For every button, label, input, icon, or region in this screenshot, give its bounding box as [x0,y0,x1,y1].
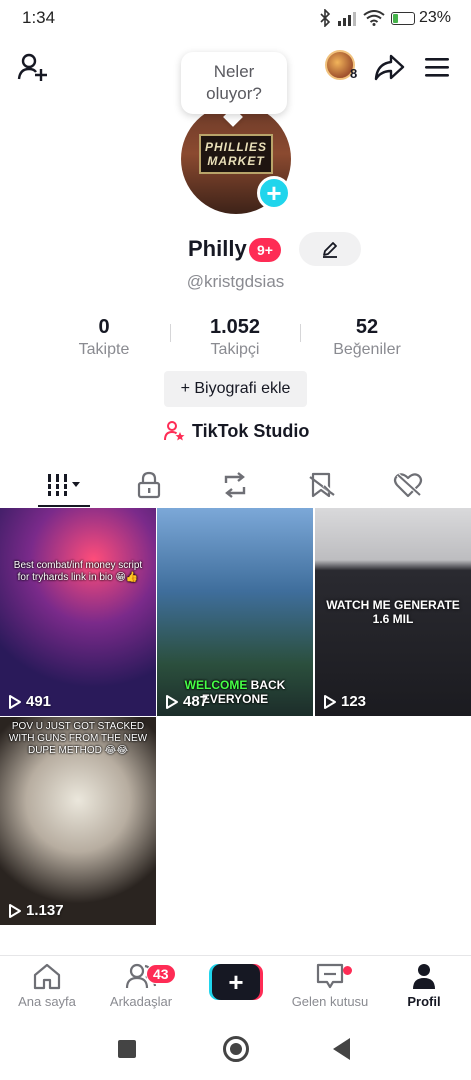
status-bubble[interactable]: Neler oluyor? [181,52,287,114]
stat-following-label: Takipte [78,341,130,358]
bookmark-icon [309,472,335,498]
status-time: 1:34 [22,8,56,27]
view-count: 487 [165,693,208,710]
caption-green: WELCOME [184,678,248,692]
profile-handle-text: @kristgdsias [186,272,285,291]
bottom-navigation: Ana sayfa Arkadaşlar 43 + Gelen kutusu P… [0,955,471,1021]
battery-indicator: 23% [390,9,451,27]
home-icon [33,963,61,990]
create-plus-icon: + [212,964,260,1000]
share-button[interactable] [372,50,406,84]
video-caption: Best combat/inf money script for tryhard… [13,560,143,583]
active-tab-indicator [38,505,90,507]
stat-likes[interactable]: 52 Beğeniler [302,316,432,359]
nav-home-label: Ana sayfa [18,994,76,1009]
video-thumbnail[interactable]: POV U JUST GOT STACKED WITH GUNS FROM TH… [0,717,156,925]
profile-handle: @kristgdsias [0,272,471,292]
play-icon [324,694,336,709]
repost-icon [224,472,246,498]
tab-liked[interactable] [364,462,452,508]
name-row: Philly 9+ [0,232,471,266]
edit-profile-button[interactable] [299,232,361,266]
avatar-add-button[interactable]: + [257,176,291,210]
profile-name: Philly [188,236,247,261]
video-thumbnail[interactable]: Best combat/inf money script for tryhard… [0,508,156,716]
back-button[interactable] [333,1038,350,1060]
liked-heart-icon [393,473,423,498]
view-count: 491 [8,693,51,710]
view-count-value: 1.137 [26,902,64,919]
create-button[interactable]: + [209,964,263,1000]
add-bio-button[interactable]: + Biyografi ekle [164,371,307,407]
content-tabs [0,462,471,508]
video-caption: POV U JUST GOT STACKED WITH GUNS FROM TH… [8,721,148,756]
wifi-icon [363,10,385,26]
stat-following-value: 0 [98,316,110,338]
lock-icon [137,471,161,499]
video-thumbnail[interactable]: WATCH ME GENERATE 1.6 MIL 123 [315,508,471,716]
play-icon [9,694,21,709]
grid-icon [48,474,80,496]
recent-apps-button[interactable] [118,1040,136,1058]
profile-icon [413,964,435,989]
avatar-sign-line2: MARKET [207,154,265,168]
play-icon [166,694,178,709]
profile-stats: 0 Takipte 1.052 Takipçi 52 Beğeniler [0,316,471,362]
avatar-sign: PHILLIES MARKET [199,134,273,174]
stat-followers-label: Takipçi [210,341,260,358]
inbox-icon [316,963,344,989]
view-count: 123 [323,693,366,710]
name-badge[interactable]: 9+ [249,238,281,262]
status-icons: 23% [319,9,451,27]
video-caption: WATCH ME GENERATE 1.6 MIL [326,598,460,626]
add-friend-button[interactable] [16,50,50,84]
play-icon [9,903,21,918]
avatar-sign-line1: PHILLIES [204,140,267,154]
tab-videos[interactable] [20,462,108,508]
bluetooth-icon [320,9,331,27]
view-count-value: 123 [341,693,367,710]
pencil-icon [323,242,337,258]
studio-icon [164,421,185,441]
inbox-notification-dot [343,966,352,975]
story-count: 8 [350,66,358,81]
tab-reposts[interactable] [191,462,279,508]
tab-favorites[interactable] [278,462,366,508]
friends-badge: 43 [146,964,176,984]
stat-divider [300,324,301,342]
add-user-icon [17,53,47,81]
nav-friends-label: Arkadaşlar [109,994,173,1009]
stat-following[interactable]: 0 Takipte [39,316,169,359]
caption-line2: EVERYONE [201,692,269,706]
studio-label: TikTok Studio [192,420,310,441]
stat-followers-value: 1.052 [209,316,261,338]
share-icon [374,54,405,81]
nav-profile[interactable]: Profil [377,962,471,1009]
video-thumbnail[interactable]: WELCOME BACK EVERYONE 487 [157,508,313,716]
home-button[interactable] [223,1036,249,1062]
nav-home[interactable]: Ana sayfa [0,962,94,1009]
status-bar: 1:34 23% [0,0,471,36]
view-count-value: 491 [26,693,52,710]
stat-likes-label: Beğeniler [333,341,401,358]
hamburger-icon [425,58,449,77]
plus-icon: + [266,178,282,208]
signal-icon [337,12,356,26]
stat-likes-value: 52 [355,316,379,338]
nav-friends[interactable]: Arkadaşlar 43 [94,962,188,1009]
tiktok-studio-link[interactable]: TikTok Studio [164,419,309,443]
tab-private[interactable] [105,462,193,508]
view-count-value: 487 [183,693,209,710]
nav-inbox[interactable]: Gelen kutusu [283,962,377,1009]
nav-inbox-label: Gelen kutusu [291,994,369,1009]
system-navigation [0,1022,471,1080]
bubble-text: Neler oluyor? [206,62,262,103]
battery-percent: 23% [418,9,451,26]
nav-profile-label: Profil [407,994,441,1009]
view-count: 1.137 [8,902,64,919]
caption-white: BACK [250,678,286,692]
stat-followers[interactable]: 1.052 Takipçi [170,316,300,359]
menu-button[interactable] [420,50,454,84]
battery-icon [390,11,415,25]
